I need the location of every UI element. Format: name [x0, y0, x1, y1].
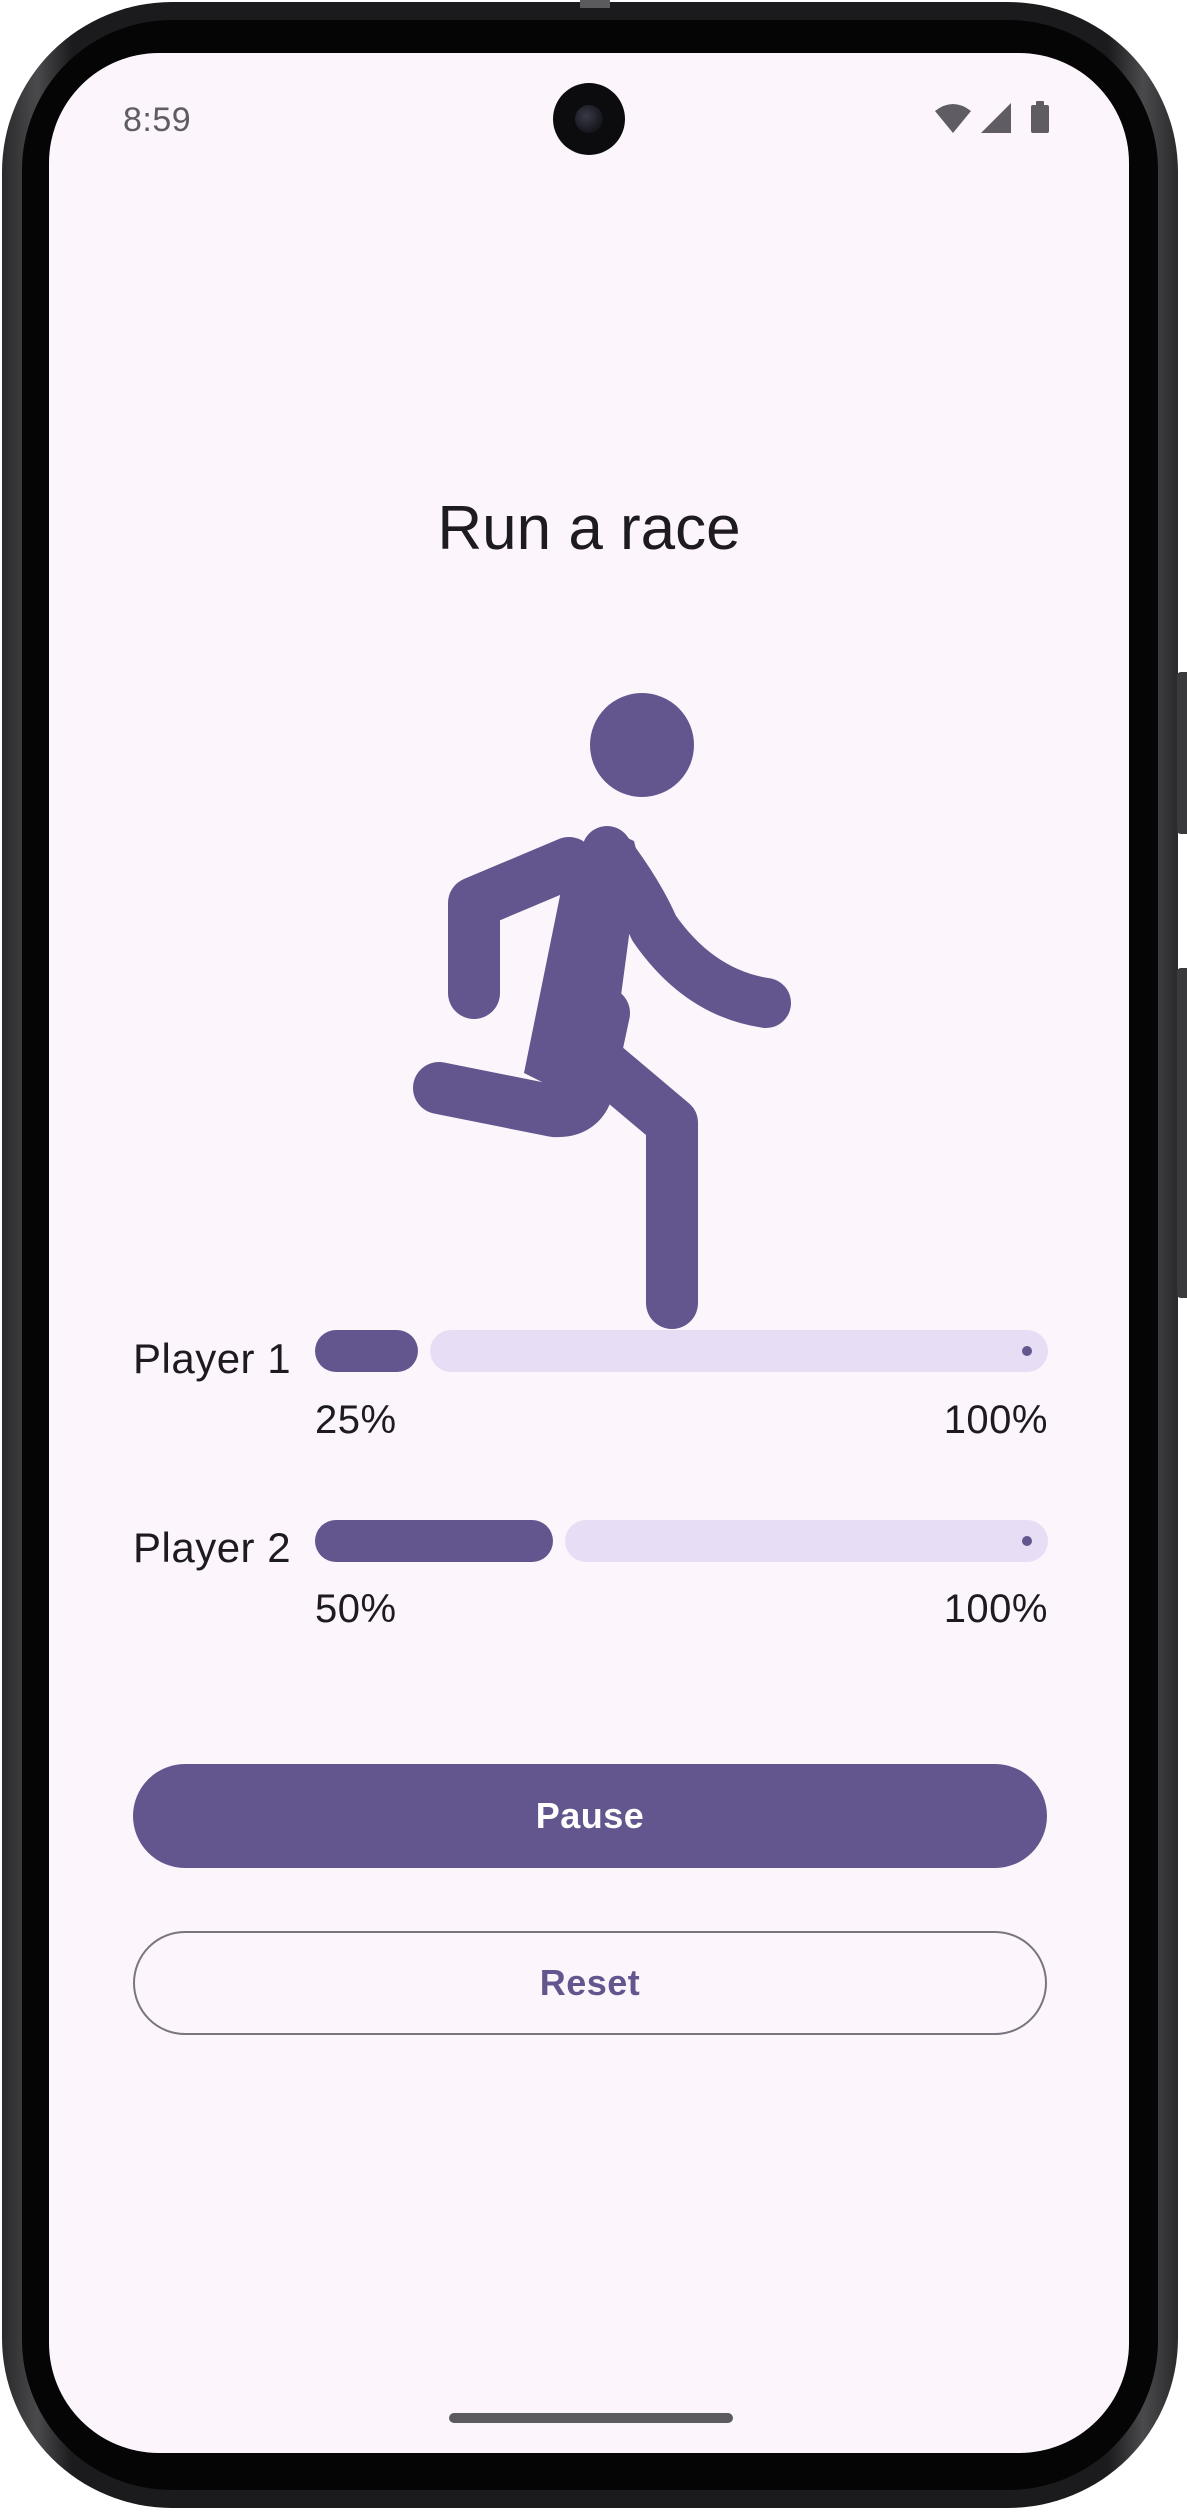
- player-2-max-text: 100%: [943, 1587, 1048, 1631]
- player-2-progress-fill: [315, 1520, 553, 1562]
- app-screen: 8:59 Run a race Player 1 25% 100% Player…: [49, 53, 1129, 2453]
- page-title: Run a race: [437, 494, 741, 563]
- player-1-progress-text: 25%: [315, 1398, 397, 1442]
- player-2-progress-track: [565, 1520, 1048, 1562]
- player-1-progress-track: [430, 1330, 1048, 1372]
- player-1-max-text: 100%: [943, 1398, 1048, 1442]
- player-1-stop-indicator: [1022, 1346, 1032, 1356]
- cellular-signal-icon: [981, 103, 1011, 133]
- running-person-icon: [349, 693, 829, 1333]
- power-button: [1177, 672, 1187, 834]
- reset-button[interactable]: Reset: [133, 1931, 1047, 2035]
- front-camera: [553, 83, 625, 155]
- status-time: 8:59: [123, 101, 192, 139]
- phone-mockup: 8:59 Run a race Player 1 25% 100% Player…: [0, 0, 1187, 2513]
- battery-icon: [1031, 101, 1049, 133]
- player-1-progress-fill: [315, 1330, 418, 1372]
- status-icons: [933, 101, 1057, 141]
- player-2-progress-bar: [315, 1520, 1048, 1562]
- player-1-progress-bar: [315, 1330, 1048, 1372]
- player-2-label: Player 2: [133, 1524, 292, 1571]
- wifi-icon: [935, 104, 971, 133]
- volume-button: [1177, 968, 1187, 1298]
- pause-button[interactable]: Pause: [133, 1764, 1047, 1868]
- player-2-progress-text: 50%: [315, 1587, 397, 1631]
- home-gesture-bar[interactable]: [449, 2413, 733, 2423]
- top-edge-detail: [580, 0, 610, 8]
- player-2-stop-indicator: [1022, 1536, 1032, 1546]
- player-1-label: Player 1: [133, 1335, 292, 1382]
